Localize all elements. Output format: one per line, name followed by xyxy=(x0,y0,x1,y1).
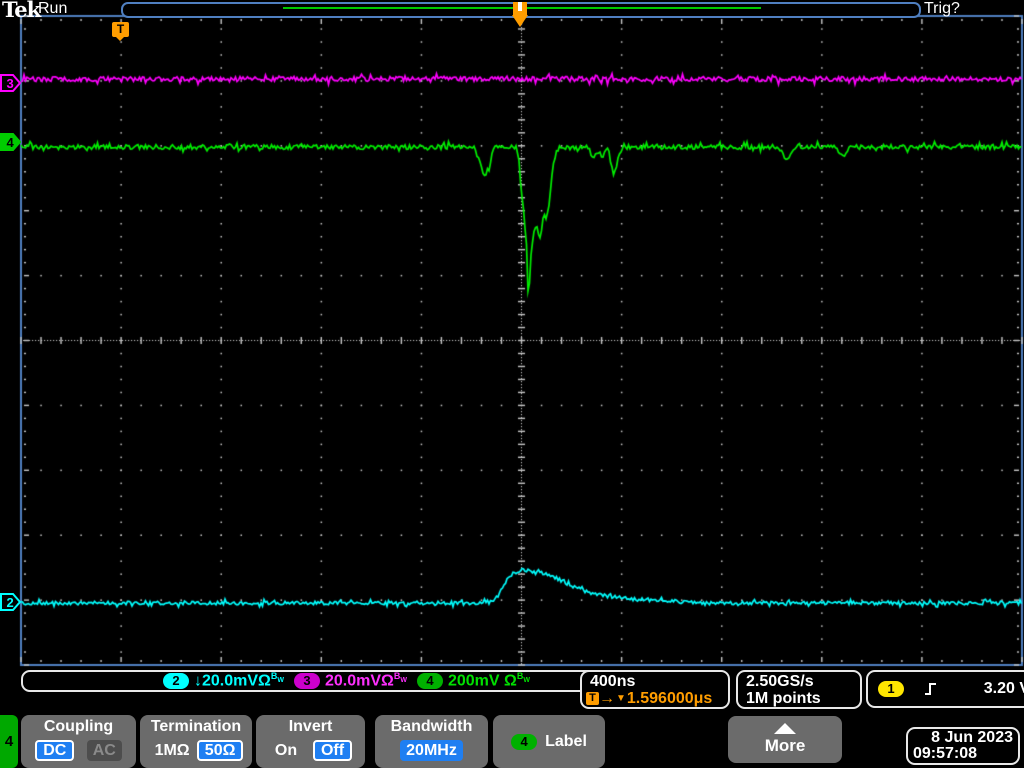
bandwidth-button[interactable]: Bandwidth 20MHz xyxy=(375,715,488,768)
bandwidth-title: Bandwidth xyxy=(375,715,488,736)
expansion-point-icon xyxy=(513,2,527,15)
record-length: 1M points xyxy=(738,690,860,707)
trigger-source-badge: 1 xyxy=(878,681,904,697)
ch4-badge: 4 xyxy=(417,673,443,689)
more-title: More xyxy=(765,736,806,756)
expansion-marker-icon: ▼ xyxy=(616,690,626,707)
trigger-position-arrow-icon xyxy=(512,15,528,27)
termination-title: Termination xyxy=(140,715,252,736)
waveform-display xyxy=(0,0,1024,768)
sample-rate: 2.50GS/s xyxy=(738,673,860,690)
invert-on-option[interactable]: On xyxy=(269,740,303,761)
svg-text:4: 4 xyxy=(7,135,15,150)
ch4-scale: 200mV ΩBW xyxy=(448,671,530,690)
ch2-scale: ↓20.0mVΩBW xyxy=(194,671,284,690)
delay-readout: T→▼1.596000μs xyxy=(582,690,728,707)
termination-button[interactable]: Termination 1MΩ 50Ω xyxy=(140,715,252,768)
invert-button[interactable]: Invert On Off xyxy=(256,715,365,768)
ch2-readout: 2 ↓20.0mVΩBW xyxy=(163,671,284,690)
date-text: 8 Jun 2023 xyxy=(908,730,1018,746)
invert-off-option[interactable]: Off xyxy=(313,740,352,761)
coupling-dc-option[interactable]: DC xyxy=(35,740,74,761)
channel-4-menu-tab: 4 xyxy=(0,715,18,768)
ch4-readout: 4 200mV ΩBW xyxy=(417,671,530,690)
trigger-readout: 1 3.20 V xyxy=(866,670,1024,708)
ch3-badge: 3 xyxy=(294,673,320,689)
svg-text:3: 3 xyxy=(7,76,14,91)
coupling-button[interactable]: Coupling DC AC xyxy=(21,715,136,768)
timebase-readout: 400ns T→▼1.596000μs xyxy=(580,670,730,709)
invert-title: Invert xyxy=(256,715,365,736)
label-button[interactable]: 4 Label xyxy=(493,715,605,768)
label-title: Label xyxy=(545,733,587,751)
coupling-title: Coupling xyxy=(21,715,136,736)
ch3-readout: 3 20.0mVΩBW xyxy=(294,671,407,690)
timebase-scale: 400ns xyxy=(582,673,728,690)
ch2-badge: 2 xyxy=(163,673,189,689)
bandwidth-20mhz-option[interactable]: 20MHz xyxy=(400,740,463,761)
trigger-level: 3.20 V xyxy=(984,680,1024,698)
acquisition-status: Run xyxy=(38,0,67,18)
rising-edge-slope-icon xyxy=(924,681,938,697)
channel-4-marker: 4 xyxy=(0,133,21,151)
termination-1m-option[interactable]: 1MΩ xyxy=(149,740,196,761)
time-text: 09:57:08 xyxy=(908,746,1018,762)
coupling-ac-option[interactable]: AC xyxy=(87,740,122,761)
trigger-status: Trig? xyxy=(924,0,960,18)
ch3-scale: 20.0mVΩBW xyxy=(325,671,407,690)
tek-logo: Tek xyxy=(2,0,40,22)
channel-2-marker: 2 xyxy=(0,593,21,611)
delay-trigger-chip-icon: T xyxy=(586,692,599,705)
datetime-box: 8 Jun 2023 09:57:08 xyxy=(906,727,1020,765)
termination-50-option[interactable]: 50Ω xyxy=(197,740,244,761)
more-button[interactable]: More xyxy=(728,716,842,763)
acquisition-readout: 2.50GS/s 1M points xyxy=(736,670,862,709)
channel-3-marker: 3 xyxy=(0,74,21,92)
trigger-t-badge: T xyxy=(112,22,129,37)
label-channel-badge: 4 xyxy=(511,734,537,750)
svg-text:2: 2 xyxy=(7,595,14,610)
more-up-arrow-icon xyxy=(774,723,796,734)
